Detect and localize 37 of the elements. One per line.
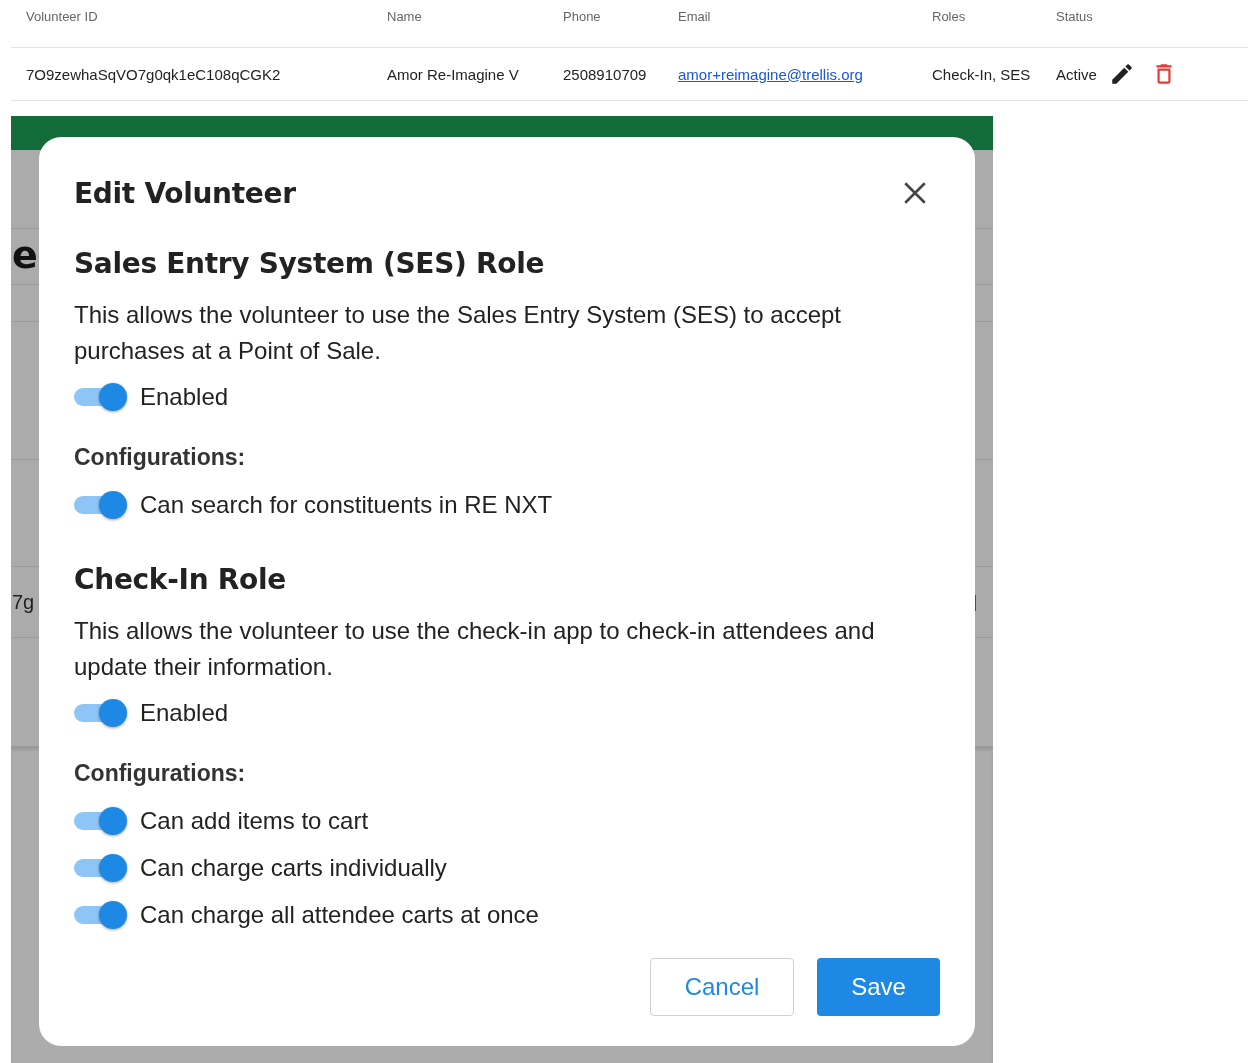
toggle-label: Enabled	[140, 382, 229, 411]
column-header: Email	[677, 8, 712, 24]
column-header: Volunteer ID	[25, 8, 99, 24]
column-header: Phone	[562, 8, 602, 24]
toggle-label: Enabled	[140, 698, 229, 727]
table-cell-text: Active	[1055, 65, 1098, 83]
configurations-label: Configurations:	[74, 443, 247, 472]
toggle-label: Can charge all attendee carts at once	[140, 900, 539, 929]
description: This allows the volunteer to use the Sales Entry System (SES) to accept purchases at a Point of Sale.	[74, 300, 842, 366]
section-title: Check-In Role	[74, 562, 287, 598]
cancel-button[interactable]: Cancel	[650, 958, 794, 1016]
toggle-label: Can search for constituents in RE NXT	[140, 490, 553, 519]
configurations-label: Configurations:	[74, 759, 247, 788]
close-icon	[902, 180, 928, 206]
column-header: Roles	[931, 8, 967, 24]
toggle-switch[interactable]	[74, 697, 128, 728]
table-cell-text: 7O9zewhaSqVO7g0qk1eC108qCGK2	[25, 65, 282, 83]
table-cell-text: 2508910709	[562, 65, 648, 83]
toggle-switch[interactable]	[74, 381, 128, 412]
toggle-switch[interactable]	[74, 852, 128, 883]
dialog-title: Edit Volunteer	[74, 176, 296, 210]
section-title: Sales Entry System (SES) Role	[74, 246, 546, 282]
table-cell-text: Amor Re-Imagine V	[386, 65, 520, 83]
edit-icon[interactable]	[1109, 61, 1135, 87]
column-header: Name	[386, 8, 423, 24]
email-link[interactable]: amor+reimagine@trellis.org	[678, 65, 863, 83]
column-header: Status	[1055, 8, 1094, 24]
toggle-label: Can charge carts individually	[140, 853, 447, 882]
toggle-switch[interactable]	[74, 899, 128, 930]
toggle-switch[interactable]	[74, 489, 128, 520]
toggle-label: Can add items to cart	[140, 806, 369, 835]
description: This allows the volunteer to use the check-in app to check-in attendees and update their information.	[74, 616, 876, 682]
table-cell: 7g	[12, 591, 35, 614]
save-button[interactable]: Save	[817, 958, 940, 1016]
table-cell-text: Check-In, SES	[931, 65, 1032, 83]
page-heading: e	[12, 233, 38, 277]
toggle-switch[interactable]	[74, 805, 128, 836]
